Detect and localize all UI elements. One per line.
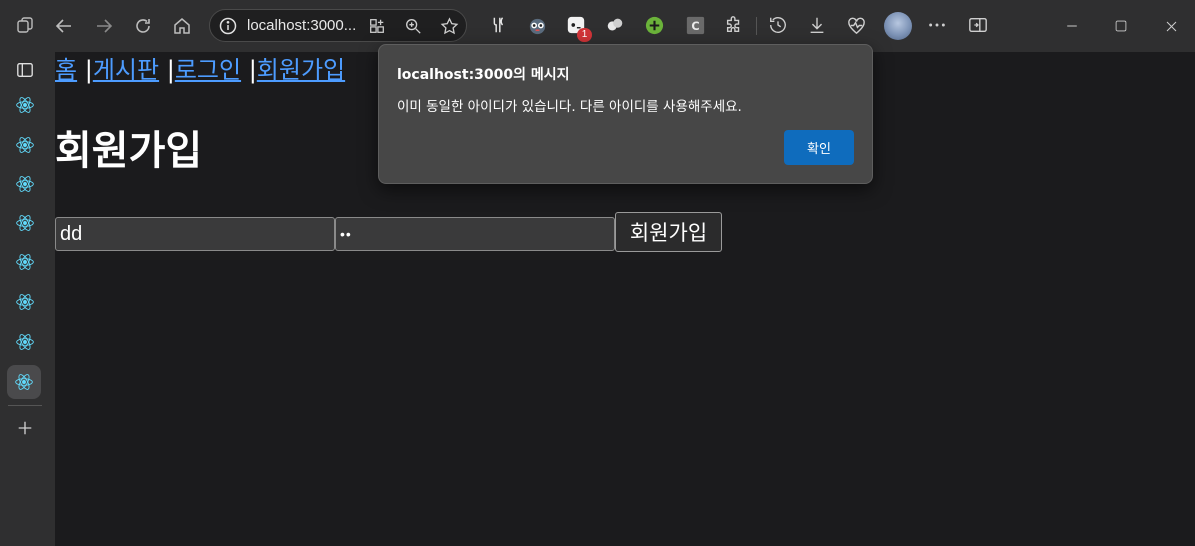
plus-icon[interactable] — [12, 415, 38, 441]
toolbar-divider — [756, 17, 757, 35]
close-icon[interactable] — [1158, 13, 1184, 39]
react-icon[interactable] — [7, 365, 41, 399]
dialog-title: localhost:3000의 메시지 — [397, 67, 570, 83]
react-icon[interactable] — [12, 132, 38, 158]
react-icon[interactable] — [12, 249, 38, 275]
extension-plus-icon[interactable] — [643, 14, 665, 36]
react-icon[interactable] — [12, 210, 38, 236]
username-input[interactable] — [55, 217, 335, 251]
nav-link-home[interactable]: 홈 — [55, 56, 77, 84]
minimize-icon[interactable] — [1059, 13, 1085, 39]
dialog-message: 이미 동일한 아이디가 있습니다. 다른 아이디를 사용해주세요. — [397, 99, 742, 115]
sidebar-divider — [8, 405, 42, 406]
nav-separator: | — [166, 56, 175, 84]
info-icon[interactable] — [219, 17, 237, 35]
split-screen-icon[interactable] — [967, 14, 989, 36]
nav-separator: | — [248, 56, 257, 84]
puzzle-icon[interactable] — [723, 14, 745, 36]
password-input[interactable] — [335, 217, 615, 251]
react-icon[interactable] — [12, 289, 38, 315]
extension-tool-icon[interactable] — [487, 14, 509, 36]
alert-dialog: localhost:3000의 메시지 이미 동일한 아이디가 있습니다. 다른… — [378, 44, 873, 184]
nav-link-signup[interactable]: 회원가입 — [257, 56, 345, 84]
sidebar-panel-icon[interactable] — [12, 57, 38, 83]
page-title: 회원가입 — [55, 128, 203, 174]
react-icon[interactable] — [12, 329, 38, 355]
refresh-icon[interactable] — [129, 12, 157, 40]
nav-link-login[interactable]: 로그인 — [175, 56, 241, 84]
top-nav: 홈 |게시판 |로그인 |회원가입 — [55, 55, 345, 85]
address-bar[interactable]: localhost:3000... — [209, 9, 467, 42]
home-icon[interactable] — [168, 12, 196, 40]
app-grid-icon[interactable] — [366, 15, 388, 37]
extension-badge: 1 — [577, 28, 592, 42]
signup-button[interactable]: 회원가입 — [615, 212, 722, 252]
vertical-tab-sidebar — [0, 52, 55, 546]
profile-avatar[interactable] — [884, 12, 912, 40]
extension-cloud-icon[interactable] — [604, 14, 626, 36]
download-icon[interactable] — [806, 14, 828, 36]
react-icon[interactable] — [12, 92, 38, 118]
nav-link-board[interactable]: 게시판 — [93, 56, 159, 84]
maximize-icon[interactable] — [1108, 13, 1134, 39]
more-icon[interactable] — [926, 14, 948, 36]
extension-owl-icon[interactable] — [526, 14, 548, 36]
address-text: localhost:3000... — [247, 17, 357, 34]
forward-arrow-icon[interactable] — [90, 12, 118, 40]
svg-text:C: C — [691, 19, 699, 32]
dialog-ok-button[interactable]: 확인 — [784, 130, 854, 165]
extension-c-icon[interactable]: C — [684, 14, 706, 36]
heartbeat-icon[interactable] — [845, 14, 867, 36]
tab-actions-icon[interactable] — [11, 12, 39, 40]
star-icon[interactable] — [438, 15, 460, 37]
zoom-icon[interactable] — [402, 15, 424, 37]
history-icon[interactable] — [767, 14, 789, 36]
back-arrow-icon[interactable] — [50, 12, 78, 40]
nav-separator: | — [84, 56, 93, 84]
react-icon[interactable] — [12, 171, 38, 197]
